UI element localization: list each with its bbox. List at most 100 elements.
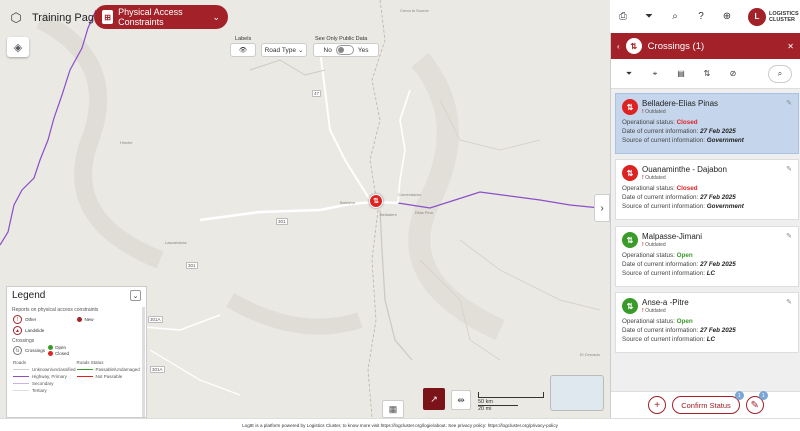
edit-pencil-icon[interactable]: ✎ bbox=[786, 99, 792, 107]
barrier-icon: ⊞ bbox=[102, 10, 114, 24]
filter-icon[interactable]: ⏷ bbox=[619, 65, 639, 83]
source-value: Government bbox=[706, 137, 744, 144]
crossing-icon: ⇅ bbox=[622, 232, 638, 248]
legend-item: Open bbox=[55, 345, 67, 350]
public-data-toggle[interactable]: No Yes bbox=[313, 43, 379, 57]
map-place-label: Belladere bbox=[380, 212, 397, 217]
crossing-name: Belladere-Elias Pinas bbox=[642, 99, 719, 108]
search-icon[interactable]: ⌕ bbox=[662, 11, 688, 22]
crossing-name: Anse-a -Pitre bbox=[642, 298, 689, 307]
route-shield: 47 bbox=[312, 90, 322, 97]
legend-scrollbar[interactable] bbox=[142, 307, 145, 417]
legend-roads-status-heading: Roads Status bbox=[76, 360, 104, 365]
crossing-icon: ⇅ bbox=[622, 99, 638, 115]
crossings-panel: ‹ ⇅ Crossings (1) ✕ ⏷ ⌖ ▤ ⇅ ⊘ ⌕ ⇅ Bellad… bbox=[610, 33, 800, 418]
crossing-icon: ⇅ bbox=[622, 298, 638, 314]
edit-pencil-icon[interactable]: ✎ bbox=[786, 232, 792, 240]
date-value: 27 Feb 2025 bbox=[700, 327, 736, 334]
date-value: 27 Feb 2025 bbox=[700, 128, 736, 135]
legend-collapse-button[interactable]: ⌄ bbox=[130, 290, 141, 301]
back-chevron-icon[interactable]: ‹ bbox=[617, 42, 620, 51]
measure-icon[interactable]: ⇹ bbox=[451, 390, 471, 410]
map-icon[interactable]: ▤ bbox=[671, 65, 691, 83]
crossing-card[interactable]: ⇅ Ouanaminthe - Dajabon ! Outdated ✎ Ope… bbox=[615, 159, 799, 220]
legend-item: Landslide bbox=[25, 328, 45, 333]
outdated-badge: ! Outdated bbox=[642, 109, 666, 115]
panel-header: ‹ ⇅ Crossings (1) ✕ bbox=[611, 33, 800, 59]
pin-icon[interactable]: ⌖ bbox=[645, 65, 665, 83]
legend-item: Passable/Undamaged bbox=[95, 367, 140, 372]
chevron-right-icon[interactable]: › bbox=[594, 194, 610, 222]
edit-pencil-icon[interactable]: ✎ bbox=[786, 165, 792, 173]
eye-icon: 👁 bbox=[238, 47, 248, 54]
edit-pencil-icon[interactable]: ✎ bbox=[786, 298, 792, 306]
page-title: Training Page bbox=[32, 12, 101, 24]
map-place-label: Baleleve bbox=[340, 200, 356, 205]
legend-item: Not Passable bbox=[95, 374, 123, 379]
map-place-label: Hinche bbox=[120, 140, 133, 145]
status-value: Closed bbox=[676, 119, 698, 126]
add-icon[interactable]: + bbox=[648, 396, 667, 414]
road-type-label: Road Type bbox=[264, 46, 296, 54]
layer-selector-button[interactable]: ⊞ Physical Access Constraints ⌄ bbox=[94, 5, 228, 29]
legend-item: Highway, Primary bbox=[32, 374, 67, 379]
close-icon[interactable]: ✕ bbox=[787, 42, 794, 51]
route-shield: 301A bbox=[148, 316, 163, 323]
crossing-name: Malpasse-Jimani bbox=[642, 232, 703, 241]
outdated-badge: ! Outdated bbox=[642, 308, 666, 314]
edit-icon[interactable]: ✎ 1 bbox=[745, 391, 768, 414]
new-icon bbox=[76, 317, 82, 322]
legend-item: Crossings bbox=[25, 348, 46, 353]
hide-icon[interactable]: ⊘ bbox=[723, 65, 743, 83]
logie-logo-icon: ⬡ bbox=[10, 10, 22, 25]
toggle-switch[interactable] bbox=[335, 45, 354, 55]
crossing-icon: ⇅ bbox=[625, 38, 642, 54]
footer-text: LogIE is a platform powered by Logistics… bbox=[0, 418, 800, 431]
legend-item: Tertiary bbox=[32, 388, 47, 393]
layers-icon[interactable]: ◈ bbox=[7, 37, 29, 57]
confirm-status-button[interactable]: Confirm Status 1 bbox=[672, 391, 744, 414]
trend-icon[interactable]: ↗ bbox=[423, 388, 445, 410]
crossing-card[interactable]: ⇅ Anse-a -Pitre ! Outdated ✎ Operational… bbox=[615, 292, 799, 353]
help-icon[interactable]: ? bbox=[688, 11, 714, 22]
globe-icon[interactable]: ⊕ bbox=[714, 11, 740, 22]
map-place-label: Elias Pina bbox=[415, 210, 433, 215]
other-icon: ! bbox=[13, 315, 22, 324]
filter-icon[interactable]: ⏷ bbox=[636, 11, 662, 22]
logistics-cluster-icon: L bbox=[748, 7, 766, 26]
open-dot-icon bbox=[48, 345, 54, 350]
source-value: LC bbox=[706, 336, 716, 343]
labels-toggle-button[interactable]: 👁 bbox=[230, 43, 256, 57]
crossing-icon: ⇅ bbox=[13, 346, 22, 355]
route-shield: 301A bbox=[150, 366, 165, 373]
legend-item: Other bbox=[25, 317, 37, 322]
road-type-dropdown[interactable]: Road Type ⌄ bbox=[261, 43, 307, 57]
date-value: 27 Feb 2025 bbox=[700, 194, 736, 201]
minimap[interactable] bbox=[550, 375, 604, 411]
legend-item: Closed bbox=[55, 351, 70, 356]
crossing-name: Ouanaminthe - Dajabon bbox=[642, 165, 727, 174]
panel-title: Crossings (1) bbox=[647, 40, 705, 52]
route-shield: 301 bbox=[186, 262, 198, 269]
crossing-marker[interactable]: ⇅ bbox=[369, 194, 383, 208]
outdated-badge: ! Outdated bbox=[642, 242, 666, 248]
table-view-icon[interactable]: ▦ bbox=[382, 400, 404, 418]
panel-toolbar: ⏷ ⌖ ▤ ⇅ ⊘ ⌕ bbox=[611, 59, 800, 89]
crossing-card[interactable]: ⇅ Belladere-Elias Pinas ! Outdated ✎ Ope… bbox=[615, 93, 799, 154]
logistics-cluster-logo: L LOGISTICS CLUSTER bbox=[748, 7, 799, 26]
public-data-label: See Only Public Data bbox=[315, 36, 368, 42]
top-toolbar: ⎙ ⏷ ⌕ ? ⊕ L LOGISTICS CLUSTER bbox=[610, 0, 800, 33]
confirm-count-badge: 1 bbox=[734, 391, 744, 400]
route-shield: 301 bbox=[276, 218, 288, 225]
map-place-label: Cerca la Source bbox=[400, 8, 429, 13]
crossing-card[interactable]: ⇅ Malpasse-Jimani ! Outdated ✎ Operation… bbox=[615, 226, 799, 287]
sort-icon[interactable]: ⇅ bbox=[697, 65, 717, 83]
print-icon[interactable]: ⎙ bbox=[610, 11, 636, 22]
map-place-label: El Cercado bbox=[580, 352, 600, 357]
search-icon[interactable]: ⌕ bbox=[768, 64, 792, 83]
chevron-down-icon: ⌄ bbox=[297, 47, 304, 54]
map-place-label: Lascahobas bbox=[165, 240, 187, 245]
edit-count-badge: 1 bbox=[758, 391, 768, 400]
status-value: Closed bbox=[676, 185, 698, 192]
legend-reports-heading: Reports on physical access constraints bbox=[12, 307, 99, 313]
